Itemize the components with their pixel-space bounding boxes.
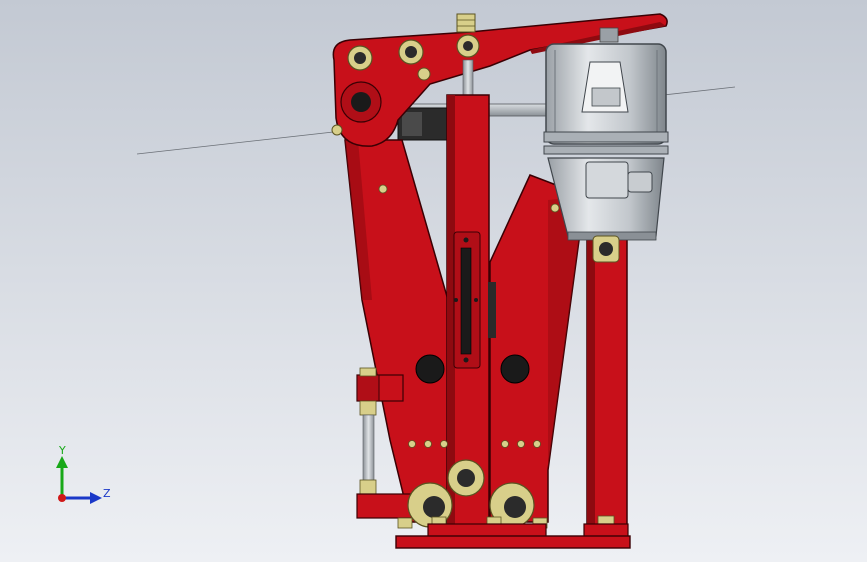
lever-top-bolt <box>456 13 476 33</box>
brake-pad <box>488 282 496 338</box>
indicator-slot <box>460 247 472 355</box>
z-axis-label: Z <box>103 487 111 500</box>
push-rod[interactable] <box>462 59 474 97</box>
thruster-mount-bolt <box>592 235 620 263</box>
cad-viewport[interactable]: Y Z <box>0 0 867 562</box>
model-canvas[interactable]: Y Z <box>0 0 867 562</box>
thruster-support-column[interactable] <box>586 235 628 531</box>
thruster[interactable] <box>543 27 669 241</box>
y-axis-label: Y <box>58 444 66 457</box>
x-axis-origin <box>58 494 66 502</box>
base-plate[interactable] <box>395 523 631 549</box>
thruster-junction-box <box>585 161 629 199</box>
